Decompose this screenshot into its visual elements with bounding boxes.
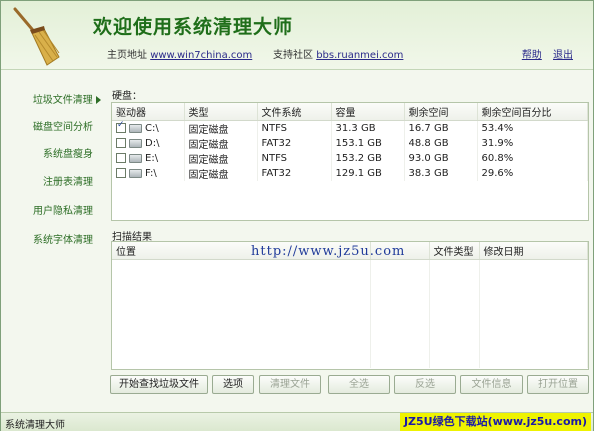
drive-filesystem: NTFS [257, 151, 332, 166]
drive-free: 48.8 GB [404, 136, 478, 151]
col-modified[interactable]: 修改日期 [479, 242, 588, 260]
sidebar-item-label: 注册表清理 [43, 177, 93, 188]
support-line: 支持社区 bbs.ruanmei.com [273, 46, 403, 61]
site-badge: JZ5U绿色下载站(www.jz5u.com) [399, 413, 591, 431]
select-all-button[interactable]: 全选 [328, 375, 390, 394]
table-row[interactable]: E:\ 固定磁盘 NTFS 153.2 GB 93.0 GB 60.8% [112, 151, 588, 166]
col-filesystem[interactable]: 文件系统 [257, 103, 332, 121]
homepage-link[interactable]: www.win7china.com [150, 50, 252, 61]
sidebar-item-privacy[interactable]: 用户隐私清理 [1, 203, 105, 221]
sidebar-item-junk-cleanup[interactable]: 垃圾文件清理 [1, 92, 105, 110]
scan-table: 位置 文件类型 修改日期 [112, 242, 588, 368]
drive-free-percent: 60.8% [477, 151, 588, 166]
sidebar: 垃圾文件清理 磁盘空间分析 系统盘瘦身 注册表清理 用户隐私清理 系统字体清理 [1, 70, 105, 410]
sidebar-item-disk-analysis[interactable]: 磁盘空间分析 [1, 119, 105, 137]
file-info-button[interactable]: 文件信息 [460, 375, 523, 394]
drive-icon [129, 138, 142, 148]
watermark-url: http://www.jz5u.com [251, 244, 406, 259]
drive-type: 固定磁盘 [184, 136, 258, 151]
drive-type: 固定磁盘 [184, 166, 258, 181]
drive-free-percent: 29.6% [477, 166, 588, 181]
drive-checkbox[interactable] [116, 168, 126, 178]
support-label: 支持社区 [273, 50, 313, 61]
header: 欢迎使用系统清理大师 主页地址 www.win7china.com 支持社区 b… [1, 1, 593, 70]
col-file-type[interactable]: 文件类型 [429, 242, 480, 260]
sidebar-item-label: 磁盘空间分析 [33, 122, 93, 133]
drive-checkbox[interactable] [116, 120, 126, 133]
disk-header-row: 驱动器 类型 文件系统 容量 剩余空间 剩余空间百分比 [112, 103, 588, 121]
disk-list[interactable]: 驱动器 类型 文件系统 容量 剩余空间 剩余空间百分比 C:\ 固定磁盘 NTF… [111, 102, 589, 221]
drive-letter: F:\ [145, 168, 157, 179]
col-drive[interactable]: 驱动器 [112, 103, 185, 121]
status-text: 系统清理大师 [5, 420, 65, 431]
exit-link[interactable]: 退出 [553, 50, 573, 61]
invert-selection-button[interactable]: 反选 [394, 375, 456, 394]
drive-type: 固定磁盘 [184, 151, 258, 166]
sidebar-item-label: 垃圾文件清理 [32, 95, 93, 106]
disk-table: 驱动器 类型 文件系统 容量 剩余空间 剩余空间百分比 C:\ 固定磁盘 NTF… [112, 103, 588, 181]
help-link[interactable]: 帮助 [522, 50, 542, 61]
drive-letter: D:\ [145, 138, 160, 149]
drive-capacity: 153.1 GB [331, 136, 405, 151]
sidebar-item-fonts[interactable]: 系统字体清理 [1, 232, 105, 250]
broom-logo-icon [13, 7, 60, 66]
scan-results-list[interactable]: 位置 文件类型 修改日期 [111, 241, 589, 370]
drive-icon [129, 168, 142, 178]
col-free[interactable]: 剩余空间 [404, 103, 478, 121]
table-row[interactable]: D:\ 固定磁盘 FAT32 153.1 GB 48.8 GB 31.9% [112, 136, 588, 151]
drive-free: 38.3 GB [404, 166, 478, 181]
drive-filesystem: NTFS [257, 120, 332, 136]
col-free-percent[interactable]: 剩余空间百分比 [477, 103, 588, 121]
homepage-label: 主页地址 [107, 50, 147, 61]
drive-capacity: 153.2 GB [331, 151, 405, 166]
drive-filesystem: FAT32 [257, 166, 332, 181]
col-type[interactable]: 类型 [184, 103, 258, 121]
status-bar: 系统清理大师 JZ5U绿色下载站(www.jz5u.com) [1, 412, 593, 431]
top-links: 帮助 退出 [514, 46, 573, 61]
table-row[interactable]: C:\ 固定磁盘 NTFS 31.3 GB 16.7 GB 53.4% [112, 120, 588, 136]
drive-type: 固定磁盘 [184, 120, 258, 136]
drive-free-percent: 31.9% [477, 136, 588, 151]
table-row[interactable]: F:\ 固定磁盘 FAT32 129.1 GB 38.3 GB 29.6% [112, 166, 588, 181]
drive-capacity: 31.3 GB [331, 120, 405, 136]
drive-free: 93.0 GB [404, 151, 478, 166]
support-link[interactable]: bbs.ruanmei.com [316, 50, 403, 61]
drive-icon [129, 123, 142, 133]
clean-files-button[interactable]: 清理文件 [259, 375, 321, 394]
options-button[interactable]: 选项 [212, 375, 254, 394]
homepage-line: 主页地址 www.win7china.com [107, 46, 252, 61]
drive-letter: E:\ [145, 153, 159, 164]
disk-section-label: 硬盘： [112, 91, 142, 102]
open-location-button[interactable]: 打开位置 [527, 375, 589, 394]
drive-filesystem: FAT32 [257, 136, 332, 151]
col-capacity[interactable]: 容量 [331, 103, 405, 121]
drive-letter: C:\ [145, 123, 159, 134]
sidebar-item-system-slim[interactable]: 系统盘瘦身 [1, 146, 105, 164]
sidebar-item-label: 系统字体清理 [33, 235, 93, 246]
drive-icon [129, 153, 142, 163]
drive-free-percent: 53.4% [477, 120, 588, 136]
drive-capacity: 129.1 GB [331, 166, 405, 181]
drive-free: 16.7 GB [404, 120, 478, 136]
start-scan-button[interactable]: 开始查找垃圾文件 [110, 375, 208, 394]
app-title: 欢迎使用系统清理大师 [93, 16, 294, 38]
sidebar-item-label: 用户隐私清理 [33, 206, 93, 217]
drive-checkbox[interactable] [116, 138, 126, 148]
arrow-right-icon [96, 96, 101, 104]
drive-checkbox[interactable] [116, 153, 126, 163]
app-window: 欢迎使用系统清理大师 主页地址 www.win7china.com 支持社区 b… [0, 0, 594, 431]
sidebar-item-label: 系统盘瘦身 [43, 149, 93, 160]
sidebar-item-registry[interactable]: 注册表清理 [1, 174, 105, 192]
